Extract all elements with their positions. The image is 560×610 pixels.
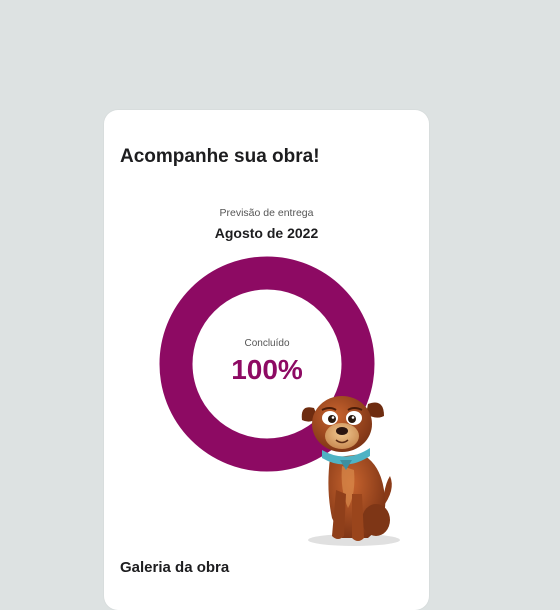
dog-mascot-icon [301,396,400,546]
progress-value: 100% [231,354,303,385]
progress-label: Concluído [244,338,290,349]
card-title: Acompanhe sua obra! [120,146,320,167]
gallery-title: Galeria da obra [120,559,230,576]
delivery-forecast-label: Previsão de entrega [219,207,314,219]
delivery-forecast-value: Agosto de 2022 [214,225,319,241]
